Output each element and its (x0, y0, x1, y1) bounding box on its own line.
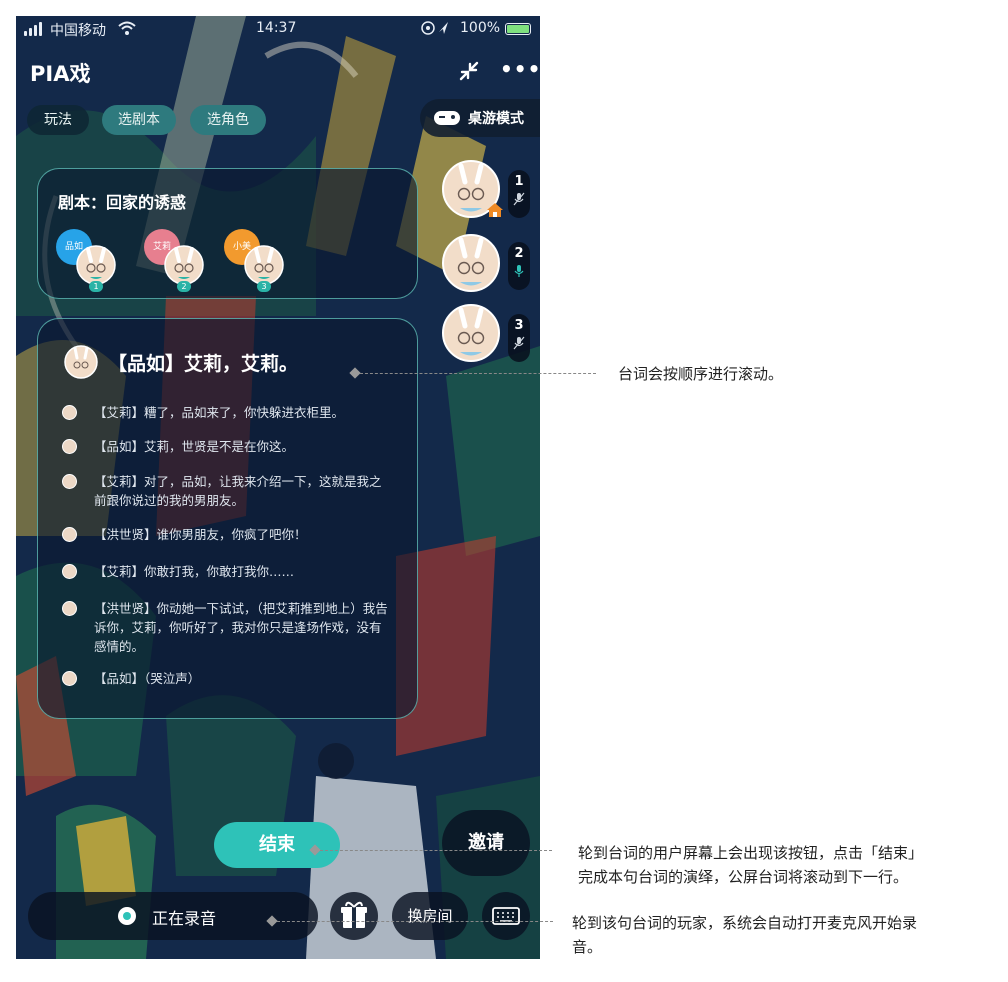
annotation-leader-line (320, 850, 552, 851)
end-line-button[interactable]: 结束 (214, 822, 340, 868)
chip-select-script[interactable]: 选剧本 (102, 105, 176, 135)
status-time: 14:37 (256, 20, 297, 36)
keyboard-icon (492, 907, 520, 925)
gift-button[interactable] (330, 892, 378, 940)
line-text: 【品如】（哭泣声） (94, 671, 201, 686)
annotation-leader-line (360, 373, 596, 374)
avatar (62, 439, 77, 454)
chip-gameplay[interactable]: 玩法 (27, 105, 89, 135)
signal-icon (24, 22, 42, 36)
line-text: 【艾莉】糟了，品如来了，你快躲进衣柜里。 (94, 405, 345, 420)
seat-number: 2 (514, 246, 524, 261)
seat-number-badge: 3 (508, 314, 530, 362)
avatar (62, 527, 77, 542)
seat-number: 1 (514, 174, 524, 189)
seat-number-badge: 2 (508, 242, 530, 290)
avatar (62, 564, 77, 579)
avatar (164, 245, 204, 285)
line-text: 【洪世贤】你动她一下试试，（把艾莉推到地上）我告诉你，艾莉，你听好了，我对你只是… (94, 601, 388, 654)
board-game-mode-button[interactable]: 桌游模式 (420, 99, 540, 137)
avatar (62, 474, 77, 489)
page-title: PIA戏 (30, 62, 91, 86)
battery-icon (505, 23, 531, 35)
wifi-icon (118, 21, 136, 35)
script-lines-panel[interactable]: 【品如】艾莉，艾莉。 【艾莉】糟了，品如来了，你快躲进衣柜里。 【品如】艾莉，世… (37, 318, 418, 719)
seat-avatar[interactable] (442, 234, 500, 292)
annotation-end-note-line1: 轮到台词的用户屏幕上会出现该按钮，点击「结束」 (578, 844, 924, 862)
script-panel: 剧本：回家的诱惑 品如 1 艾莉 2 小美 3 (37, 168, 418, 299)
chip-select-role[interactable]: 选角色 (190, 105, 266, 135)
mic-active-icon (514, 265, 524, 277)
avatar (76, 245, 116, 285)
line-text: 【品如】艾莉，世贤是不是在你这。 (94, 439, 295, 454)
annotation-leader-line (277, 921, 553, 922)
script-title: 剧本：回家的诱惑 (58, 193, 187, 212)
avatar (64, 345, 98, 379)
line-text: 【艾莉】你敢打我，你敢打我你…… (94, 564, 295, 579)
board-game-mode-label: 桌游模式 (468, 111, 524, 127)
seat-number-badge: 1 (508, 170, 530, 218)
avatar (62, 671, 77, 686)
minimize-icon[interactable] (457, 59, 481, 83)
phone-screen: 中国移动 14:37 100% PIA戏 ••• 玩法 选剧本 选角色 桌游模式… (16, 16, 540, 959)
role-number: 2 (177, 281, 191, 292)
keyboard-button[interactable] (482, 892, 530, 940)
gamepad-icon (434, 111, 460, 125)
avatar (244, 245, 284, 285)
battery-percent: 100% (460, 20, 501, 36)
gift-icon (341, 901, 367, 928)
role-item[interactable]: 小美 3 (224, 229, 294, 295)
role-number: 3 (257, 281, 271, 292)
mic-muted-icon (513, 336, 525, 350)
recording-indicator-icon (118, 907, 136, 925)
location-icon (421, 21, 448, 35)
switch-room-button[interactable]: 换房间 (392, 892, 468, 940)
more-options-button[interactable]: ••• (500, 59, 540, 80)
role-item[interactable]: 艾莉 2 (144, 229, 214, 295)
room-owner-icon (487, 203, 503, 217)
avatar (62, 601, 77, 616)
mic-muted-icon (513, 192, 525, 206)
role-number: 1 (89, 281, 103, 292)
line-text: 【洪世贤】谁你男朋友，你疯了吧你！ (94, 527, 307, 542)
annotation-rec-note-line1: 轮到该句台词的玩家，系统会自动打开麦克风开始录 (572, 914, 918, 932)
annotation-scroll-note: 台词会按顺序进行滚动。 (618, 365, 784, 383)
role-item[interactable]: 品如 1 (56, 229, 126, 295)
current-line-text: 【品如】艾莉，艾莉。 (108, 352, 299, 375)
recording-label: 正在录音 (152, 909, 217, 928)
annotation-rec-note-line2: 音。 (572, 938, 603, 956)
current-line: 【品如】艾莉，艾莉。 (64, 345, 298, 379)
seat-number: 3 (514, 318, 524, 333)
line-text: 【艾莉】对了，品如，让我来介绍一下，这就是我之前跟你说过的我的男朋友。 (94, 474, 382, 508)
invite-button[interactable]: 邀请 (442, 810, 530, 876)
annotation-end-note-line2: 完成本句台词的演绎，公屏台词将滚动到下一行。 (578, 868, 909, 886)
canvas: 中国移动 14:37 100% PIA戏 ••• 玩法 选剧本 选角色 桌游模式… (0, 0, 1008, 982)
seat-avatar[interactable] (442, 304, 500, 362)
recording-bar[interactable]: 正在录音 (28, 892, 318, 940)
carrier-name: 中国移动 (50, 23, 106, 39)
status-bar: 中国移动 14:37 100% (16, 16, 540, 44)
avatar (62, 405, 77, 420)
